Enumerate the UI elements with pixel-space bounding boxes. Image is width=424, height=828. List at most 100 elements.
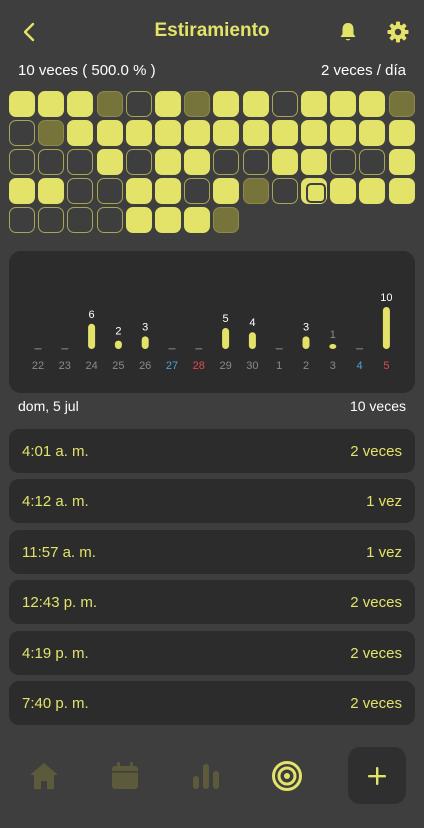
streak-day-cell[interactable]	[96, 178, 123, 204]
streak-day-cell[interactable]	[96, 120, 123, 146]
tab-goals[interactable]	[263, 754, 311, 798]
home-icon	[30, 763, 58, 789]
streak-day-cell[interactable]	[184, 120, 211, 146]
gear-icon[interactable]	[386, 20, 410, 44]
streak-day-cell[interactable]	[38, 120, 65, 146]
streak-day-cell[interactable]	[388, 91, 415, 117]
add-entry-button[interactable]	[348, 747, 406, 804]
streak-day-cell[interactable]	[155, 91, 181, 117]
streak-day-cell[interactable]	[67, 91, 94, 117]
streak-day-cell[interactable]	[271, 178, 298, 204]
streak-day-cell[interactable]	[301, 91, 327, 117]
streak-day-cell[interactable]	[125, 207, 152, 233]
streak-day-cell[interactable]	[271, 120, 298, 146]
streak-day-cell[interactable]	[9, 91, 35, 117]
chart-tick-label: 22	[32, 360, 44, 372]
streak-day-cell[interactable]	[125, 120, 152, 146]
page-title: Estiramiento	[154, 20, 270, 41]
chart-bar	[222, 328, 230, 349]
entry-count: 2 veces	[350, 695, 402, 712]
streak-day-cell[interactable]	[213, 149, 240, 175]
streak-day-cell[interactable]	[125, 91, 152, 117]
tab-home[interactable]	[20, 754, 68, 798]
chart-bar	[88, 323, 96, 349]
streak-day-cell[interactable]	[155, 120, 181, 146]
streak-day-cell[interactable]	[125, 178, 152, 204]
streak-day-cell[interactable]	[184, 91, 211, 117]
chart-bar	[61, 348, 69, 350]
bottom-tab-bar	[0, 740, 424, 828]
daily-bar-chart: 22 23 6 24 2 25 3 26 27 28 5 29 4 30 1 3 2 1 3 4 10 5	[9, 251, 415, 393]
entry-time: 7:40 p. m.	[22, 695, 89, 712]
entry-row[interactable]: 4:12 a. m. 1 vez	[9, 479, 415, 523]
streak-day-cell[interactable]	[359, 149, 386, 175]
streak-day-cell[interactable]	[388, 178, 415, 204]
streak-day-cell[interactable]	[125, 149, 152, 175]
streak-day-cell[interactable]	[67, 120, 94, 146]
streak-day-cell[interactable]	[330, 178, 357, 204]
streak-day-cell[interactable]	[301, 120, 327, 146]
streak-day-cell[interactable]	[9, 178, 35, 204]
plus-icon	[368, 766, 386, 785]
chart-tick-label: 27	[166, 360, 178, 372]
tab-stats[interactable]	[182, 754, 230, 798]
streak-day-cell[interactable]	[242, 178, 269, 204]
bell-icon[interactable]	[336, 20, 360, 44]
streak-day-cell[interactable]	[301, 149, 327, 175]
streak-day-cell[interactable]	[9, 149, 35, 175]
streak-day-cell[interactable]	[67, 178, 94, 204]
streak-day-cell[interactable]	[213, 207, 240, 233]
streak-day-cell[interactable]	[155, 149, 181, 175]
streak-day-cell[interactable]	[388, 149, 415, 175]
streak-day-cell[interactable]	[96, 149, 123, 175]
chart-bar	[141, 336, 149, 349]
chart-bar	[356, 348, 364, 350]
streak-day-cell[interactable]	[38, 91, 65, 117]
entry-row[interactable]: 4:01 a. m. 2 veces	[9, 429, 415, 473]
streak-day-cell[interactable]	[301, 178, 327, 204]
streak-day-cell[interactable]	[242, 120, 269, 146]
streak-day-cell[interactable]	[388, 120, 415, 146]
chart-tick-label: 3	[330, 360, 336, 372]
streak-day-cell[interactable]	[359, 91, 386, 117]
streak-day-cell[interactable]	[213, 178, 240, 204]
streak-day-cell[interactable]	[38, 149, 65, 175]
chart-bar	[382, 307, 390, 349]
streak-day-cell[interactable]	[359, 178, 386, 204]
streak-day-cell[interactable]	[9, 207, 35, 233]
streak-day-cell[interactable]	[330, 120, 357, 146]
streak-day-cell[interactable]	[213, 120, 240, 146]
streak-day-cell[interactable]	[96, 91, 123, 117]
streak-day-cell[interactable]	[38, 207, 65, 233]
streak-day-cell[interactable]	[213, 91, 240, 117]
chart-value-label: 5	[223, 313, 229, 325]
chart-tick-label: 30	[246, 360, 258, 372]
chart-bar	[195, 348, 203, 350]
streak-day-cell[interactable]	[67, 149, 94, 175]
entry-count: 2 veces	[350, 645, 402, 662]
streak-day-cell[interactable]	[242, 91, 269, 117]
streak-day-cell[interactable]	[96, 207, 123, 233]
chart-value-label: 4	[249, 317, 255, 329]
streak-day-cell[interactable]	[242, 149, 269, 175]
chart-bar	[168, 348, 176, 350]
entry-row[interactable]: 4:19 p. m. 2 veces	[9, 631, 415, 675]
streak-day-cell[interactable]	[330, 149, 357, 175]
entry-row[interactable]: 11:57 a. m. 1 vez	[9, 530, 415, 574]
streak-day-cell[interactable]	[155, 178, 181, 204]
streak-day-cell[interactable]	[155, 207, 181, 233]
streak-day-cell[interactable]	[38, 178, 65, 204]
streak-day-cell[interactable]	[271, 91, 298, 117]
streak-day-cell[interactable]	[184, 207, 211, 233]
streak-day-cell[interactable]	[271, 149, 298, 175]
streak-day-cell[interactable]	[184, 178, 211, 204]
entry-row[interactable]: 12:43 p. m. 2 veces	[9, 580, 415, 624]
streak-day-cell[interactable]	[184, 149, 211, 175]
tab-calendar[interactable]	[101, 754, 149, 798]
streak-day-cell[interactable]	[9, 120, 35, 146]
streak-day-cell[interactable]	[67, 207, 94, 233]
streak-day-cell[interactable]	[330, 91, 357, 117]
entry-row[interactable]: 7:40 p. m. 2 veces	[9, 681, 415, 725]
chart-bar	[34, 348, 42, 350]
streak-day-cell[interactable]	[359, 120, 386, 146]
